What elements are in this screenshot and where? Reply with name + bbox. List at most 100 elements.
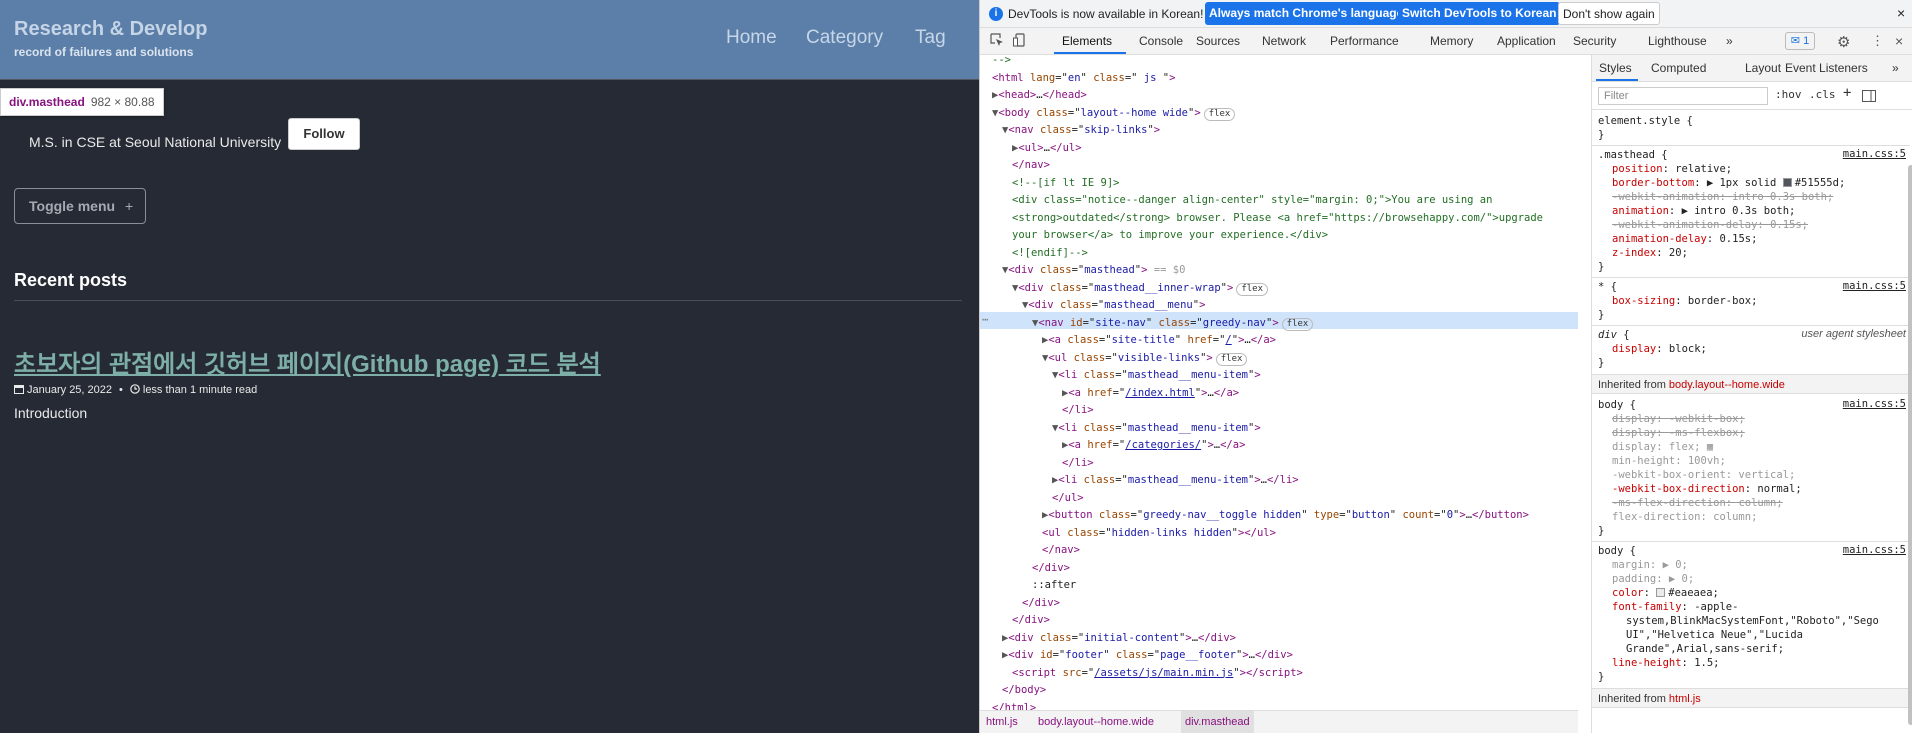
nav-tag[interactable]: Tag <box>915 27 946 49</box>
dom-node-line[interactable]: ▼<nav id="site-nav" class="greedy-nav"> f… <box>1032 315 1314 332</box>
devtools-tabbar: Elements Console Sources Network Perform… <box>980 28 1912 55</box>
styles-tabbar: Styles Computed Layout Event Listeners » <box>1592 55 1912 82</box>
tab-network[interactable]: Network <box>1262 34 1306 48</box>
tab-elements[interactable]: Elements <box>1062 34 1112 48</box>
dom-node-line[interactable]: ▼<div class="masthead__inner-wrap"> flex <box>1012 280 1268 297</box>
dom-node-line[interactable]: <ul class="hidden-links hidden"></ul> <box>1042 525 1276 542</box>
dom-node-line[interactable]: ▼<ul class="visible-links"> flex <box>1042 350 1248 367</box>
dom-node-line[interactable]: </li> <box>1062 402 1094 419</box>
node-ellipsis-icon[interactable]: ⋯ <box>982 312 988 329</box>
dom-node-line[interactable]: ▼<li class="masthead__menu-item"> <box>1052 367 1261 384</box>
dom-node-line[interactable]: <script src="/assets/js/main.min.js"></s… <box>1012 665 1303 682</box>
toggle-sidebar-icon[interactable] <box>1862 90 1876 102</box>
nav-home[interactable]: Home <box>726 27 777 49</box>
dom-node-line[interactable]: </li> <box>1062 455 1094 472</box>
tab-security[interactable]: Security <box>1573 34 1616 48</box>
close-icon[interactable]: × <box>1897 5 1905 21</box>
dom-node-line[interactable]: <strong>outdated</strong> browser. Pleas… <box>1012 210 1543 227</box>
dom-node-line[interactable]: ▶<div id="footer" class="page__footer">…… <box>1002 647 1293 664</box>
dom-node-line[interactable]: </nav> <box>1012 157 1050 174</box>
rule-source-link[interactable]: main.css:5 <box>1843 280 1906 292</box>
dom-node-line[interactable]: ▼<nav class="skip-links"> <box>1002 122 1160 139</box>
close-devtools-icon[interactable]: × <box>1895 33 1903 49</box>
dom-node-line[interactable]: ▼<body class="layout--home wide"> flex <box>992 105 1236 122</box>
dom-node-line[interactable]: <html lang="en" class=" js "> <box>992 70 1175 87</box>
dom-node-line[interactable]: ▼<div class="masthead__menu"> <box>1022 297 1205 314</box>
inspect-element-icon[interactable] <box>990 33 1004 47</box>
rule-source-link[interactable]: main.css:5 <box>1843 398 1906 410</box>
tab-application[interactable]: Application <box>1497 34 1556 48</box>
decl-box-sizing: box-sizing: border-box; <box>1612 295 1758 307</box>
decl-webkit-animation: -webkit-animation: intro 0.3s both; <box>1612 191 1834 203</box>
rule-divider <box>1592 541 1910 542</box>
more-styles-tabs-icon[interactable]: » <box>1892 61 1899 75</box>
styles-scrollbar[interactable] <box>1908 165 1912 725</box>
dom-node-line[interactable]: ▶<ul>…</ul> <box>1012 140 1082 157</box>
dom-node-line[interactable]: </nav> <box>1042 542 1080 559</box>
dom-node-line[interactable]: </div> <box>1022 595 1060 612</box>
nav-category[interactable]: Category <box>806 27 883 49</box>
breadcrumb-body[interactable]: body.layout--home.wide <box>1038 711 1154 733</box>
breadcrumb-masthead[interactable]: div.masthead <box>1181 711 1254 733</box>
dom-node-line[interactable]: ▶<li class="masthead__menu-item">…</li> <box>1052 472 1299 489</box>
tab-event-listeners[interactable]: Event Listeners <box>1785 61 1868 75</box>
tab-memory[interactable]: Memory <box>1430 34 1473 48</box>
dom-node-line[interactable]: ▶<div class="initial-content">…</div> <box>1002 630 1236 647</box>
more-options-icon[interactable]: ⋮ <box>1871 33 1884 49</box>
settings-gear-icon[interactable]: ⚙ <box>1837 33 1850 51</box>
tab-computed[interactable]: Computed <box>1651 61 1706 75</box>
tab-performance[interactable]: Performance <box>1330 34 1399 48</box>
dom-node-line[interactable]: <div class="notice--danger align-center"… <box>1012 192 1492 209</box>
dom-node-line[interactable]: ▶<button class="greedy-nav__toggle hidde… <box>1042 507 1529 524</box>
dom-node-line[interactable]: ▶<a href="/index.html">…</a> <box>1062 385 1239 402</box>
dom-node-line[interactable]: ▶<a href="/categories/">…</a> <box>1062 437 1245 454</box>
tab-console[interactable]: Console <box>1139 34 1183 48</box>
inherited-html-link[interactable]: html.js <box>1669 693 1701 705</box>
element-tooltip: div.masthead 982 × 80.88 <box>0 88 164 116</box>
dom-node-line[interactable]: </div> <box>1032 560 1070 577</box>
post-title-link[interactable]: 초보자의 관점에서 깃허브 페이지(Github page) 코드 분석 <box>14 344 601 379</box>
toggle-menu-button[interactable]: Toggle menu + <box>14 188 146 224</box>
dom-node-line[interactable]: ▶<a class="site-title" href="/">…</a> <box>1042 332 1276 349</box>
tab-sources[interactable]: Sources <box>1196 34 1240 48</box>
rule-source-link[interactable]: main.css:5 <box>1843 148 1906 160</box>
info-icon: i <box>989 7 1003 21</box>
dom-node-line[interactable]: </ul> <box>1052 490 1084 507</box>
decl-border-bottom: border-bottom: ▶ 1px solid #51555d; <box>1612 177 1846 189</box>
styles-filter-input[interactable]: Filter <box>1598 87 1768 105</box>
tab-layout[interactable]: Layout <box>1745 61 1781 75</box>
dom-node-line[interactable]: <![endif]--> <box>1012 245 1088 262</box>
switch-korean-button[interactable]: Switch DevTools to Korean <box>1398 2 1561 25</box>
new-rule-icon[interactable]: + <box>1843 85 1851 101</box>
site-title[interactable]: Research & Develop <box>14 18 207 41</box>
device-toolbar-icon[interactable] <box>1013 33 1027 47</box>
dom-node-line[interactable]: </html> <box>992 700 1036 711</box>
issues-badge[interactable]: ✉ 1 <box>1785 32 1815 50</box>
match-language-button[interactable]: Always match Chrome's language <box>1205 2 1408 25</box>
dom-node-line[interactable]: --> <box>992 55 1011 69</box>
breadcrumb-html[interactable]: html.js <box>986 711 1018 733</box>
dom-node-line[interactable]: ▶<head>…</head> <box>992 87 1087 104</box>
rule-div-ua: div { <box>1598 329 1630 341</box>
dont-show-again-button[interactable]: Don't show again <box>1558 2 1660 25</box>
dom-node-line[interactable]: <!--[if lt IE 9]> <box>1012 175 1119 192</box>
cls-toggle[interactable]: .cls <box>1809 88 1836 101</box>
rule-source-link[interactable]: main.css:5 <box>1843 544 1906 556</box>
more-tabs-icon[interactable]: » <box>1726 34 1733 48</box>
tab-styles[interactable]: Styles <box>1599 61 1632 75</box>
dom-node-line[interactable]: your browser</a> to improve your experie… <box>1012 227 1328 244</box>
decl-animation-delay: animation-delay: 0.15s; <box>1612 233 1758 245</box>
decl-z-index: z-index: 20; <box>1612 247 1688 259</box>
dom-node-line[interactable]: </body> <box>1002 682 1046 699</box>
tab-lighthouse[interactable]: Lighthouse <box>1648 34 1707 48</box>
follow-button[interactable]: Follow <box>288 118 360 150</box>
dom-node-line[interactable]: ▼<li class="masthead__menu-item"> <box>1052 420 1261 437</box>
dom-node-line[interactable]: ::after <box>1032 577 1076 594</box>
dom-node-line[interactable]: ▼<div class="masthead"> == $0 <box>1002 262 1185 279</box>
flex-editor-icon[interactable]: ▦ <box>1707 441 1713 453</box>
dom-node-line[interactable]: </div> <box>1012 612 1050 629</box>
hov-toggle[interactable]: :hov <box>1775 88 1802 101</box>
tooltip-size: 982 × 80.88 <box>90 95 155 109</box>
inherited-body-link[interactable]: body.layout--home.wide <box>1669 379 1785 391</box>
rule-universal: * { <box>1598 281 1617 293</box>
